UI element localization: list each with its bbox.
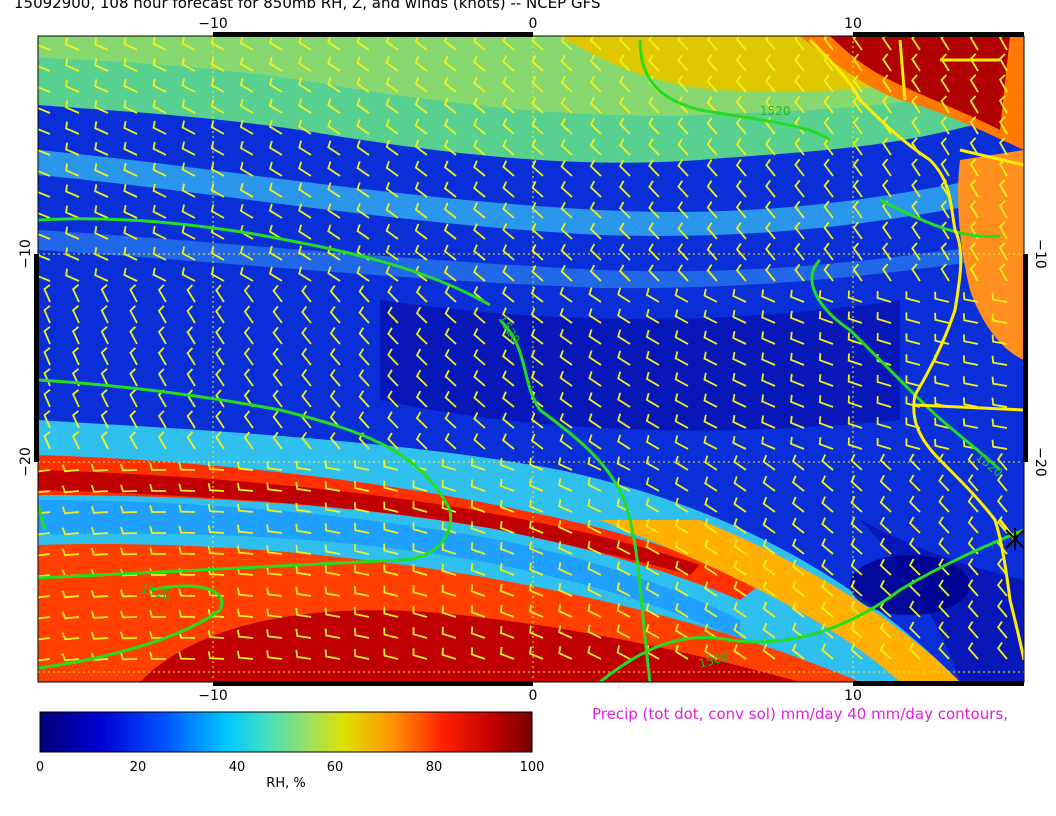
lat-label-left: −10 [18,239,34,269]
forecast-map: 1520 1520 1520 1520 1500 −10 0 10 −10 0 … [18,16,1048,753]
colorbar-title: RH, % [266,776,306,791]
lat-label-right: −10 [1032,239,1048,269]
lat-label-right: −20 [1032,447,1048,477]
lon-label-bottom: 0 [529,688,538,704]
colorbar-tick: 0 [35,760,45,775]
lon-label-top: −10 [198,16,228,32]
lon-label-bottom: 10 [844,688,862,704]
precip-note: Precip (tot dot, conv sol) mm/day 40 mm/… [592,705,1008,723]
colorbar-tick: 40 [228,760,246,775]
lat-label-left: −20 [18,447,34,477]
contour-label: 1520 [760,104,791,118]
colorbar-tick: 20 [129,760,147,775]
rh-colorbar [39,711,533,753]
colorbar-tick: 80 [425,760,443,775]
colorbar-tick: 100 [519,760,545,775]
lon-label-bottom: −10 [198,688,228,704]
colorbar-tick: 60 [326,760,344,775]
lon-label-top: 10 [844,16,862,32]
lon-label-top: 0 [529,16,538,32]
